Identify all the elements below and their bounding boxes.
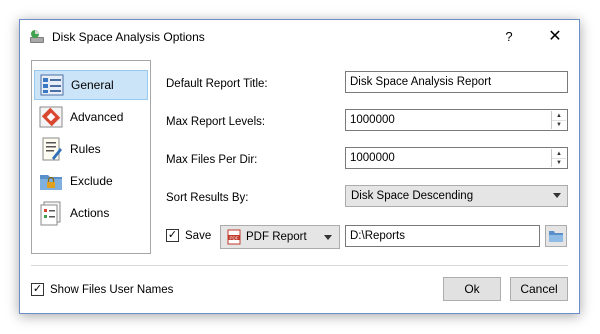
footer-separator [31, 265, 568, 266]
sort-results-value: Disk Space Descending [351, 190, 474, 202]
sort-results-dropdown[interactable]: Disk Space Descending [345, 185, 568, 207]
exclude-folder-lock-icon [40, 175, 62, 190]
max-report-levels-spinbox[interactable]: 1000000 ▲ ▼ [345, 109, 568, 131]
nav-item-advanced[interactable]: Advanced [34, 102, 148, 132]
cancel-button[interactable]: Cancel [510, 277, 568, 301]
browse-folder-button[interactable] [545, 225, 567, 247]
nav-label-exclude: Exclude [70, 174, 113, 188]
dialog-title: Disk Space Analysis Options [52, 30, 205, 44]
save-format-dropdown[interactable]: PDF PDF Report [220, 225, 340, 249]
disk-analysis-app-icon [30, 30, 44, 43]
close-button[interactable]: ✕ [546, 28, 564, 46]
sort-results-label: Sort Results By: [166, 192, 249, 204]
nav-label-general: General [71, 78, 114, 92]
max-files-per-dir-spinbox[interactable]: 1000000 ▲ ▼ [345, 147, 568, 169]
report-title-input[interactable]: Disk Space Analysis Report [345, 71, 568, 93]
actions-icon [40, 201, 61, 226]
nav-label-actions: Actions [70, 206, 110, 220]
report-title-label: Default Report Title: [166, 78, 268, 90]
general-icon [40, 74, 64, 96]
max-report-levels-value: 1000000 [350, 114, 395, 126]
nav-item-actions[interactable]: Actions [34, 198, 148, 228]
max-files-per-dir-value: 1000000 [350, 152, 395, 164]
rules-icon [42, 137, 62, 161]
save-label: Save [185, 230, 212, 242]
svg-text:PDF: PDF [230, 235, 239, 240]
help-button[interactable]: ? [501, 29, 517, 45]
show-user-names-label: Show Files User Names [50, 284, 174, 296]
chevron-down-icon [553, 193, 561, 198]
max-report-levels-label: Max Report Levels: [166, 116, 266, 128]
save-path-input[interactable]: D:\Reports [345, 225, 540, 247]
nav-item-exclude[interactable]: Exclude [34, 166, 148, 196]
decrement-down-arrow-icon[interactable]: ▼ [552, 120, 566, 129]
nav-label-rules: Rules [70, 142, 101, 156]
advanced-icon [39, 106, 63, 128]
pdf-file-icon: PDF [227, 229, 241, 245]
ok-button[interactable]: Ok [443, 277, 501, 301]
options-dialog: Disk Space Analysis Options ? ✕ General [19, 19, 580, 314]
save-format-value: PDF Report [246, 231, 307, 243]
save-checkbox[interactable]: ✓ [166, 229, 179, 242]
max-report-levels-stepper: ▲ ▼ [551, 111, 566, 129]
title-bar: Disk Space Analysis Options ? ✕ [20, 20, 579, 54]
show-user-names-checkbox[interactable]: ✓ [31, 283, 44, 296]
options-category-list: General Advanced Rules Exclude Actions [31, 60, 151, 254]
max-files-per-dir-label: Max Files Per Dir: [166, 154, 258, 166]
decrement-down-arrow-icon[interactable]: ▼ [552, 158, 566, 167]
nav-item-rules[interactable]: Rules [34, 134, 148, 164]
nav-label-advanced: Advanced [70, 110, 124, 124]
chevron-down-icon [324, 235, 332, 240]
folder-icon [549, 231, 563, 242]
max-files-per-dir-stepper: ▲ ▼ [551, 149, 566, 167]
nav-item-general[interactable]: General [34, 70, 148, 100]
